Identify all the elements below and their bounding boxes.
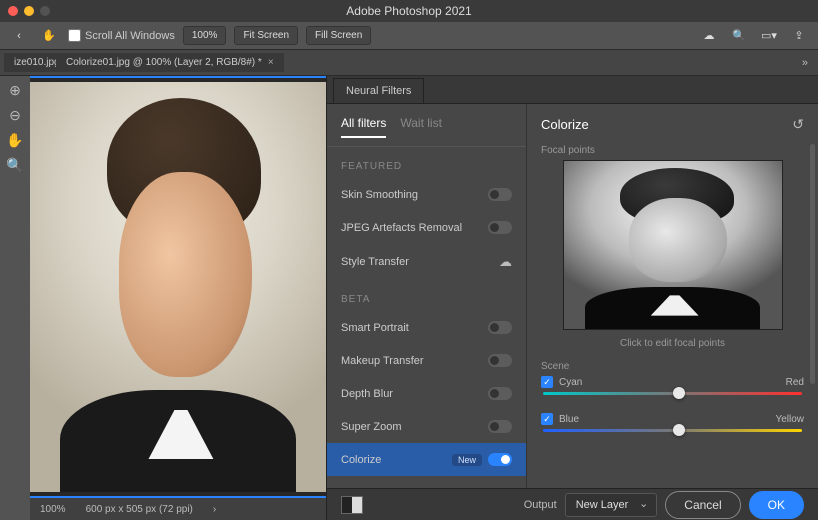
slider-left-label: Blue — [559, 414, 579, 425]
focal-preview[interactable] — [563, 160, 783, 330]
filter-list: All filters Wait list FEATURED Skin Smoo… — [327, 104, 527, 488]
section-featured: FEATURED — [327, 147, 526, 178]
filter-label: Super Zoom — [341, 421, 402, 433]
status-zoom[interactable]: 100% — [40, 504, 66, 515]
workspace-icon[interactable]: ▭▾ — [758, 25, 780, 47]
filter-label: Smart Portrait — [341, 322, 409, 334]
status-chevron-icon[interactable]: › — [213, 504, 216, 515]
tab-all-filters[interactable]: All filters — [341, 116, 386, 138]
filter-detail: Colorize ↺ Focal points Click to edit fo… — [527, 104, 818, 488]
download-icon[interactable]: ☁ — [499, 254, 512, 270]
close-tab-icon[interactable]: × — [268, 57, 274, 68]
tabs-overflow-icon[interactable]: » — [802, 57, 808, 69]
filter-depth-blur[interactable]: Depth Blur — [327, 377, 526, 410]
minimize-icon[interactable] — [24, 6, 34, 16]
scroll-all-input[interactable] — [68, 29, 81, 42]
blue-checkbox[interactable] — [541, 413, 553, 425]
app-title: Adobe Photoshop 2021 — [346, 4, 471, 18]
filter-label: Style Transfer — [341, 256, 409, 268]
output-value: New Layer — [576, 499, 629, 511]
slider-right-label: Red — [786, 377, 804, 388]
toggle[interactable] — [488, 221, 512, 234]
filter-label: Depth Blur — [341, 388, 393, 400]
fill-screen-button[interactable]: Fill Screen — [306, 26, 371, 45]
maximize-icon[interactable] — [40, 6, 50, 16]
cyan-checkbox[interactable] — [541, 376, 553, 388]
toggle[interactable] — [488, 354, 512, 367]
output-select[interactable]: New Layer — [565, 493, 658, 517]
before-after-icon[interactable] — [341, 496, 363, 514]
hand-tool-icon[interactable]: ✋ — [38, 25, 60, 47]
tab-wait-list[interactable]: Wait list — [400, 116, 442, 138]
cloud-icon[interactable]: ☁ — [698, 25, 720, 47]
section-beta: BETA — [327, 280, 526, 311]
ok-button[interactable]: OK — [749, 491, 804, 519]
share-icon[interactable]: ⇪ — [788, 25, 810, 47]
reset-icon[interactable]: ↺ — [792, 116, 804, 133]
scene-label: Scene — [541, 361, 804, 372]
filter-label: Skin Smoothing — [341, 189, 418, 201]
slider-blue-yellow: Blue Yellow — [541, 413, 804, 436]
document-tabs: ize010.jpg × Colorize01.jpg @ 100% (Laye… — [0, 50, 818, 76]
slider-right-label: Yellow — [775, 414, 804, 425]
zoom-in-icon[interactable]: ⊕ — [9, 82, 21, 99]
status-bar: 100% 600 px x 505 px (72 ppi) › — [30, 498, 326, 520]
neural-filters-panel: Neural Filters All filters Wait list FEA… — [326, 76, 818, 520]
tab-label-active: Colorize01.jpg @ 100% (Layer 2, RGB/8#) … — [66, 57, 262, 68]
panel-footer: Output New Layer Cancel OK — [327, 488, 818, 520]
slider-thumb[interactable] — [673, 387, 685, 399]
canvas-area: 100% 600 px x 505 px (72 ppi) › — [30, 76, 326, 520]
cancel-button[interactable]: Cancel — [665, 491, 740, 519]
toggle[interactable] — [488, 420, 512, 433]
zoom-tool-icon[interactable]: 🔍 — [6, 157, 23, 174]
slider-cyan-red: Cyan Red — [541, 376, 804, 399]
filter-smart-portrait[interactable]: Smart Portrait — [327, 311, 526, 344]
zoom-out-icon[interactable]: ⊖ — [9, 107, 21, 124]
hand-icon[interactable]: ✋ — [6, 132, 23, 149]
colorized-image — [30, 82, 326, 492]
filter-label: JPEG Artefacts Removal — [341, 222, 462, 234]
panel-tab[interactable]: Neural Filters — [333, 78, 424, 103]
output-label: Output — [524, 499, 557, 511]
toggle[interactable] — [488, 188, 512, 201]
toggle[interactable] — [488, 387, 512, 400]
filter-skin-smoothing[interactable]: Skin Smoothing — [327, 178, 526, 211]
filter-colorize[interactable]: Colorize New — [327, 443, 526, 476]
filter-label: Colorize — [341, 454, 381, 466]
zoom-percent[interactable]: 100% — [183, 26, 227, 45]
canvas[interactable] — [30, 76, 326, 498]
window-controls — [8, 6, 50, 16]
slider-left-label: Cyan — [559, 377, 582, 388]
new-badge: New — [452, 454, 482, 466]
detail-title: Colorize — [541, 117, 589, 132]
tab-label-partial: ize010.jpg — [14, 57, 56, 68]
filter-super-zoom[interactable]: Super Zoom — [327, 410, 526, 443]
search-icon[interactable]: 🔍 — [728, 25, 750, 47]
scroll-all-label: Scroll All Windows — [85, 30, 175, 42]
detail-scrollbar[interactable] — [810, 144, 815, 384]
focal-points-label: Focal points — [541, 145, 804, 156]
doc-tab-inactive[interactable]: ize010.jpg × — [4, 53, 56, 72]
status-dimensions: 600 px x 505 px (72 ppi) — [86, 504, 193, 515]
filter-makeup-transfer[interactable]: Makeup Transfer — [327, 344, 526, 377]
filter-jpeg-artefacts[interactable]: JPEG Artefacts Removal — [327, 211, 526, 244]
filter-label: Makeup Transfer — [341, 355, 424, 367]
titlebar: Adobe Photoshop 2021 — [0, 0, 818, 22]
side-toolbar: ⊕ ⊖ ✋ 🔍 — [0, 76, 30, 520]
focal-caption: Click to edit focal points — [541, 338, 804, 349]
slider-track[interactable] — [543, 429, 802, 432]
close-icon[interactable] — [8, 6, 18, 16]
toggle[interactable] — [488, 321, 512, 334]
options-bar: ‹ ✋ Scroll All Windows 100% Fit Screen F… — [0, 22, 818, 50]
filter-style-transfer[interactable]: Style Transfer ☁ — [327, 244, 526, 280]
fit-screen-button[interactable]: Fit Screen — [234, 26, 298, 45]
back-button[interactable]: ‹ — [8, 25, 30, 47]
slider-thumb[interactable] — [673, 424, 685, 436]
doc-tab-active[interactable]: Colorize01.jpg @ 100% (Layer 2, RGB/8#) … — [56, 53, 284, 72]
slider-track[interactable] — [543, 392, 802, 395]
toggle[interactable] — [488, 453, 512, 466]
scroll-all-checkbox[interactable]: Scroll All Windows — [68, 29, 175, 42]
